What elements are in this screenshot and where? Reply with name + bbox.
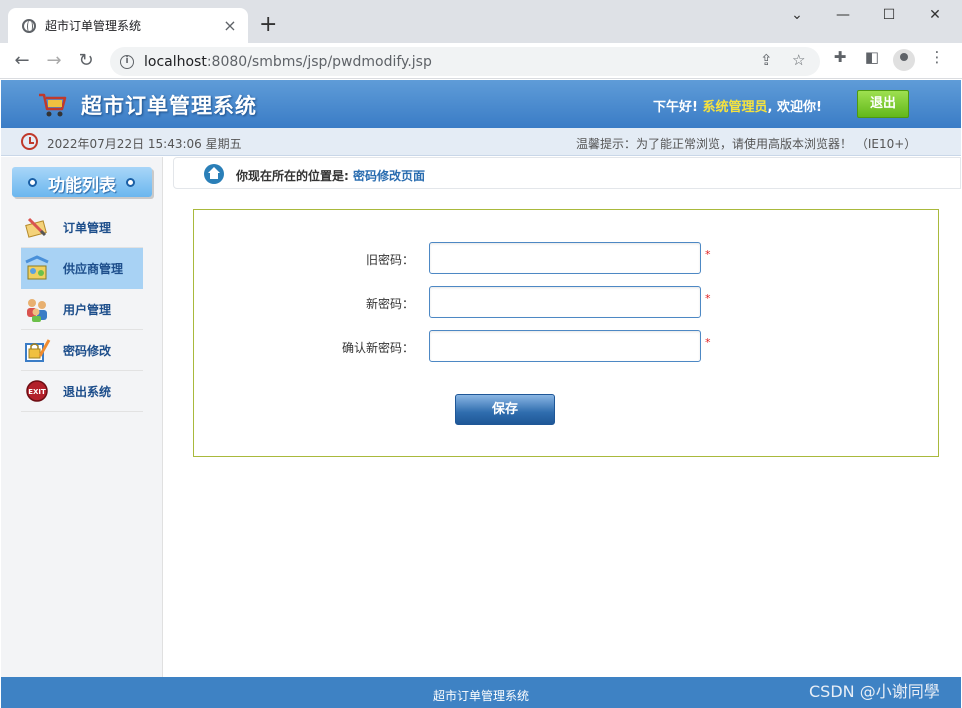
browser-menu-icon[interactable]: ⋮ bbox=[926, 48, 948, 66]
time-bar: 2022年07月22日 15:43:06 星期五 温馨提示：为了能正常浏览，请使… bbox=[1, 128, 961, 156]
old-password-input[interactable] bbox=[429, 242, 701, 274]
required-mark: * bbox=[705, 248, 711, 261]
sidebar-item-exit[interactable]: EXIT 退出系统 bbox=[21, 371, 143, 412]
greeting: 下午好! 系统管理员, 欢迎你! bbox=[653, 96, 822, 115]
bookmark-star-icon[interactable]: ☆ bbox=[792, 51, 805, 69]
svg-text:EXIT: EXIT bbox=[28, 388, 46, 396]
title-dot-icon bbox=[28, 178, 37, 187]
new-password-row: 新密码： * bbox=[194, 286, 938, 318]
breadcrumb-text: 你现在所在的位置是: 密码修改页面 bbox=[236, 169, 425, 183]
tab-title: 超市订单管理系统 bbox=[45, 19, 142, 33]
back-arrow-icon[interactable]: ← bbox=[10, 49, 34, 73]
new-tab-button[interactable]: + bbox=[259, 14, 277, 36]
breadcrumb: 你现在所在的位置是: 密码修改页面 bbox=[173, 157, 961, 189]
required-mark: * bbox=[705, 292, 711, 305]
save-button[interactable]: 保存 bbox=[455, 394, 555, 425]
old-password-row: 旧密码： * bbox=[194, 242, 938, 274]
confirm-password-input[interactable] bbox=[429, 330, 701, 362]
clock-icon bbox=[21, 133, 38, 150]
minimize-button[interactable]: — bbox=[820, 4, 866, 26]
globe-icon bbox=[22, 18, 36, 33]
provider-icon bbox=[25, 255, 49, 280]
current-username: 系统管理员 bbox=[702, 100, 768, 115]
address-bar[interactable]: i localhost:8080/smbms/jsp/pwdmodify.jsp bbox=[110, 47, 820, 76]
profile-avatar-icon[interactable] bbox=[893, 49, 915, 71]
confirm-password-label: 确认新密码： bbox=[341, 341, 414, 355]
tab-search-button[interactable]: ⌄ bbox=[774, 4, 820, 26]
password-form: 旧密码： * 新密码： * 确认新密码： * 保存 bbox=[193, 209, 939, 457]
extensions-icon[interactable]: ✚ bbox=[829, 48, 851, 66]
password-icon bbox=[25, 339, 51, 362]
side-panel-icon[interactable]: ◧ bbox=[861, 48, 883, 66]
new-password-label: 新密码： bbox=[365, 297, 414, 311]
app-header: 超市订单管理系统 下午好! 系统管理员, 欢迎你! 退出 bbox=[1, 80, 961, 128]
sidebar-item-orders[interactable]: 订单管理 bbox=[21, 207, 143, 248]
share-icon[interactable]: ⇪ bbox=[760, 51, 773, 69]
users-icon bbox=[27, 299, 47, 322]
tab-close-button[interactable]: × bbox=[222, 17, 238, 34]
home-icon[interactable] bbox=[204, 164, 224, 184]
new-password-input[interactable] bbox=[429, 286, 701, 318]
sidebar: 功能列表 订单管理 供应商管理 用户管理 密码修改 EXIT 退出系统 bbox=[1, 157, 163, 677]
site-info-icon[interactable]: i bbox=[120, 54, 134, 69]
shopping-cart-icon bbox=[39, 93, 67, 117]
welcome-text: , 欢迎你! bbox=[767, 100, 822, 115]
sidebar-item-providers[interactable]: 供应商管理 bbox=[21, 248, 143, 289]
exit-icon: EXIT bbox=[26, 380, 48, 402]
greeting-time: 下午好! bbox=[653, 100, 698, 115]
function-list-title: 功能列表 bbox=[12, 167, 152, 197]
close-window-button[interactable]: ✕ bbox=[912, 4, 958, 26]
maximize-button[interactable]: ☐ bbox=[866, 4, 912, 26]
current-datetime: 2022年07月22日 15:43:06 星期五 bbox=[47, 137, 242, 151]
url-text: localhost:8080/smbms/jsp/pwdmodify.jsp bbox=[144, 53, 432, 70]
app-title: 超市订单管理系统 bbox=[81, 94, 257, 118]
forward-arrow-icon[interactable]: → bbox=[42, 49, 66, 73]
breadcrumb-current[interactable]: 密码修改页面 bbox=[353, 169, 425, 183]
logout-button[interactable]: 退出 bbox=[857, 90, 909, 118]
browser-tab[interactable]: 超市订单管理系统 × bbox=[8, 8, 248, 43]
reload-icon[interactable]: ↻ bbox=[74, 49, 98, 73]
browser-tip: 温馨提示：为了能正常浏览，请使用高版本浏览器！ （IE10+） bbox=[576, 137, 917, 151]
page: 超市订单管理系统 下午好! 系统管理员, 欢迎你! 退出 2022年07月22日… bbox=[1, 80, 961, 708]
browser-tab-strip: 超市订单管理系统 × + ⌄ — ☐ ✕ bbox=[0, 0, 962, 43]
sidebar-item-users[interactable]: 用户管理 bbox=[21, 289, 143, 330]
order-icon bbox=[25, 217, 47, 238]
confirm-password-row: 确认新密码： * bbox=[194, 330, 938, 362]
title-dot-icon bbox=[126, 178, 135, 187]
sidebar-item-password[interactable]: 密码修改 bbox=[21, 330, 143, 371]
required-mark: * bbox=[705, 336, 711, 349]
watermark: CSDN @小谢同學 bbox=[809, 682, 940, 701]
browser-toolbar: ← → ↻ i localhost:8080/smbms/jsp/pwdmodi… bbox=[0, 43, 962, 79]
old-password-label: 旧密码： bbox=[365, 253, 414, 267]
